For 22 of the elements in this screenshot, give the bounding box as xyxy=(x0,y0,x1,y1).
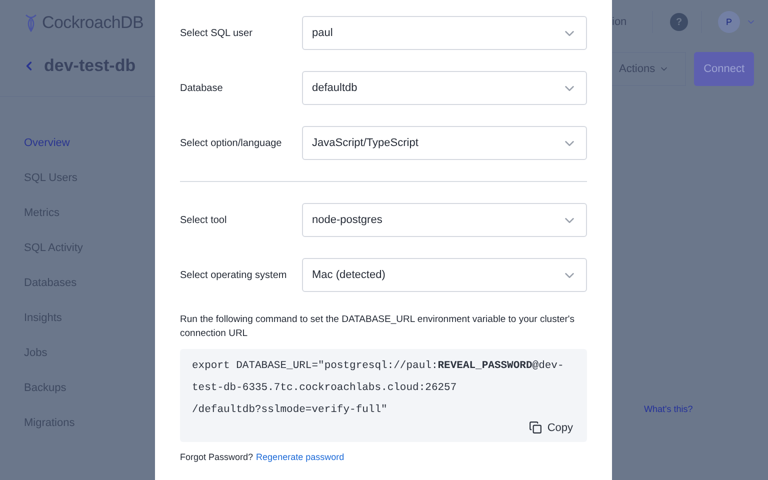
select-field[interactable]: defaultdb xyxy=(302,71,587,105)
select-field[interactable]: Mac (detected) xyxy=(302,258,587,292)
whats-this-link[interactable]: What's this? xyxy=(644,404,693,414)
select-field[interactable]: paul xyxy=(302,16,587,50)
sidebar-item[interactable]: Overview xyxy=(24,135,155,152)
instruction-text: Run the following command to set the DATABASE_URL environment variable to your cluster's connection URL xyxy=(180,313,576,341)
copy-button[interactable]: Copy xyxy=(529,421,573,434)
connect-button[interactable]: Connect xyxy=(694,52,754,86)
command-text: export DATABASE_URL="postgresql://paul:REVEAL_PASSWORD@dev- test-db-6335.7tc.cockroachlabs.cloud:26257 /defaultdb?sslmode=verify-full" xyxy=(192,359,565,418)
forgot-text: Forgot Password? xyxy=(180,452,254,462)
field-label: Select SQL user xyxy=(180,28,254,38)
field-label: Select operating system xyxy=(180,270,288,280)
copy-icon xyxy=(529,421,542,434)
avatar[interactable]: P xyxy=(718,11,740,33)
field-label: Select tool xyxy=(180,214,228,226)
field-label: Database xyxy=(180,82,224,94)
regenerate-link[interactable]: Regenerate password xyxy=(256,452,344,462)
cockroach-logo-icon xyxy=(24,14,38,32)
select-field[interactable]: node-postgres xyxy=(302,203,587,237)
field-label: Select option/language xyxy=(180,138,283,148)
select-field[interactable]: JavaScript/TypeScript xyxy=(302,126,587,160)
help-button[interactable]: ? xyxy=(670,13,688,31)
